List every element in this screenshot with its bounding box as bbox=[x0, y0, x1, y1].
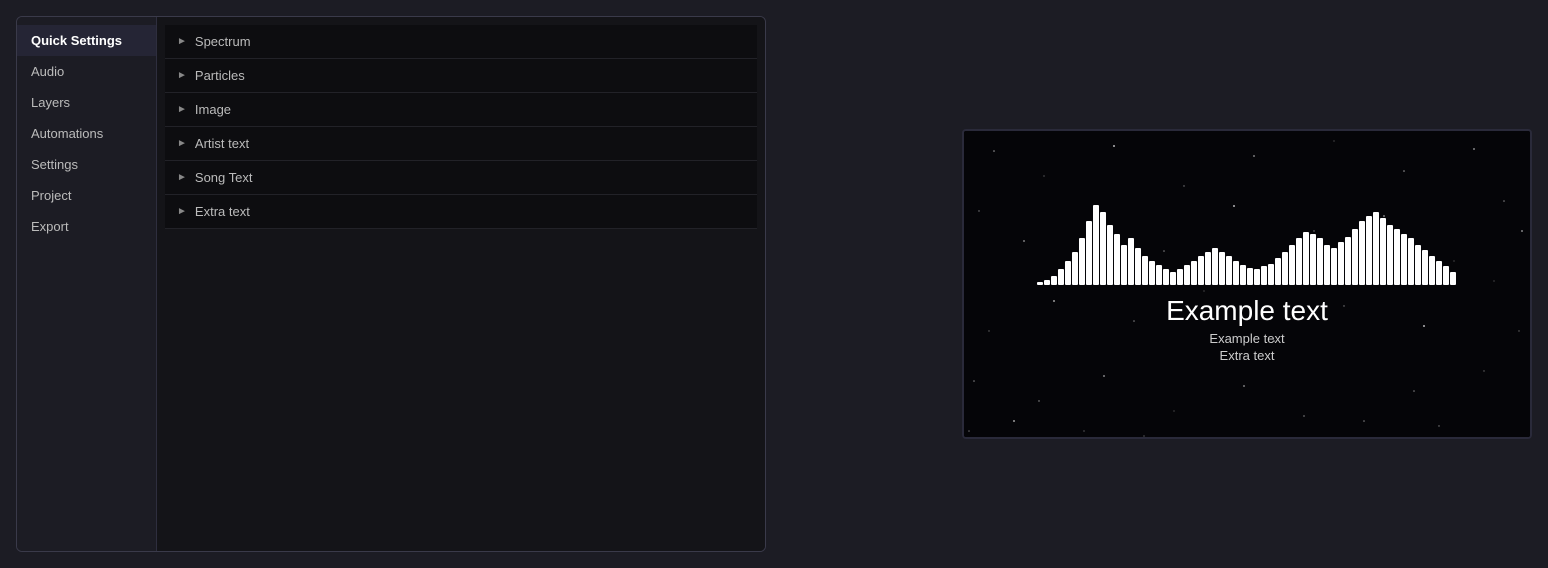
sidebar-item-settings[interactable]: Settings bbox=[17, 149, 156, 180]
chevron-right-icon: ► bbox=[177, 104, 187, 115]
content-area: ► Spectrum ► Particles ► Image ► Artist … bbox=[157, 17, 765, 551]
main-panel: Quick Settings Audio Layers Automations … bbox=[16, 16, 766, 552]
preview-inner: Example text Example text Extra text bbox=[964, 131, 1530, 437]
sidebar-item-layers[interactable]: Layers bbox=[17, 87, 156, 118]
app-background: Quick Settings Audio Layers Automations … bbox=[0, 0, 1548, 568]
chevron-right-icon: ► bbox=[177, 172, 187, 183]
preview-extra-text: Extra text bbox=[1166, 348, 1328, 363]
chevron-right-icon: ► bbox=[177, 70, 187, 81]
layers-list: ► Spectrum ► Particles ► Image ► Artist … bbox=[165, 25, 757, 229]
layer-item-song-text[interactable]: ► Song Text bbox=[165, 161, 757, 195]
preview-sub-text: Example text bbox=[1166, 331, 1328, 346]
preview-main-text: Example text bbox=[1166, 295, 1328, 327]
sidebar: Quick Settings Audio Layers Automations … bbox=[17, 17, 157, 551]
chevron-right-icon: ► bbox=[177, 206, 187, 217]
sidebar-item-quick-settings[interactable]: Quick Settings bbox=[17, 25, 156, 56]
layer-item-particles[interactable]: ► Particles bbox=[165, 59, 757, 93]
sidebar-item-audio[interactable]: Audio bbox=[17, 56, 156, 87]
sidebar-item-export[interactable]: Export bbox=[17, 211, 156, 242]
layer-item-extra-text[interactable]: ► Extra text bbox=[165, 195, 757, 229]
chevron-right-icon: ► bbox=[177, 138, 187, 149]
preview-texts: Example text Example text Extra text bbox=[1166, 295, 1328, 363]
chevron-right-icon: ► bbox=[177, 36, 187, 47]
spectrum-visualization bbox=[1037, 205, 1457, 285]
preview-panel: Example text Example text Extra text bbox=[962, 129, 1532, 439]
layer-item-artist-text[interactable]: ► Artist text bbox=[165, 127, 757, 161]
layer-item-image[interactable]: ► Image bbox=[165, 93, 757, 127]
sidebar-item-project[interactable]: Project bbox=[17, 180, 156, 211]
sidebar-item-automations[interactable]: Automations bbox=[17, 118, 156, 149]
layer-item-spectrum[interactable]: ► Spectrum bbox=[165, 25, 757, 59]
